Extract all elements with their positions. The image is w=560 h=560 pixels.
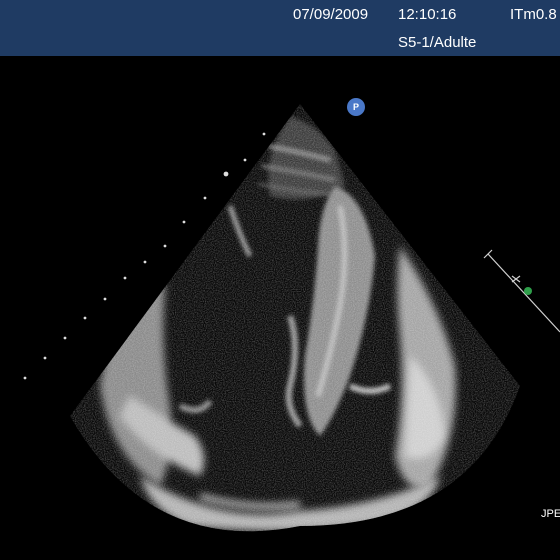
caliper-icon — [483, 249, 560, 333]
exam-time: 12:10:16 — [398, 6, 457, 23]
header-bar: 07/09/2009 12:10:16 ITm0.8 S5-1/Adulte — [0, 0, 560, 56]
caliper-point-icon — [524, 287, 532, 295]
corner-label: JPE — [541, 508, 560, 520]
echo-image-area — [0, 56, 560, 560]
exam-date: 07/09/2009 — [293, 6, 369, 23]
ultrasound-screen: 07/09/2009 12:10:16 ITm0.8 S5-1/Adulte P… — [0, 0, 560, 560]
echo-image — [23, 104, 560, 532]
p-orientation-icon: P — [347, 98, 365, 116]
thermal-index: ITm0.8 — [510, 6, 557, 23]
probe-preset: S5-1/Adulte — [398, 34, 477, 51]
